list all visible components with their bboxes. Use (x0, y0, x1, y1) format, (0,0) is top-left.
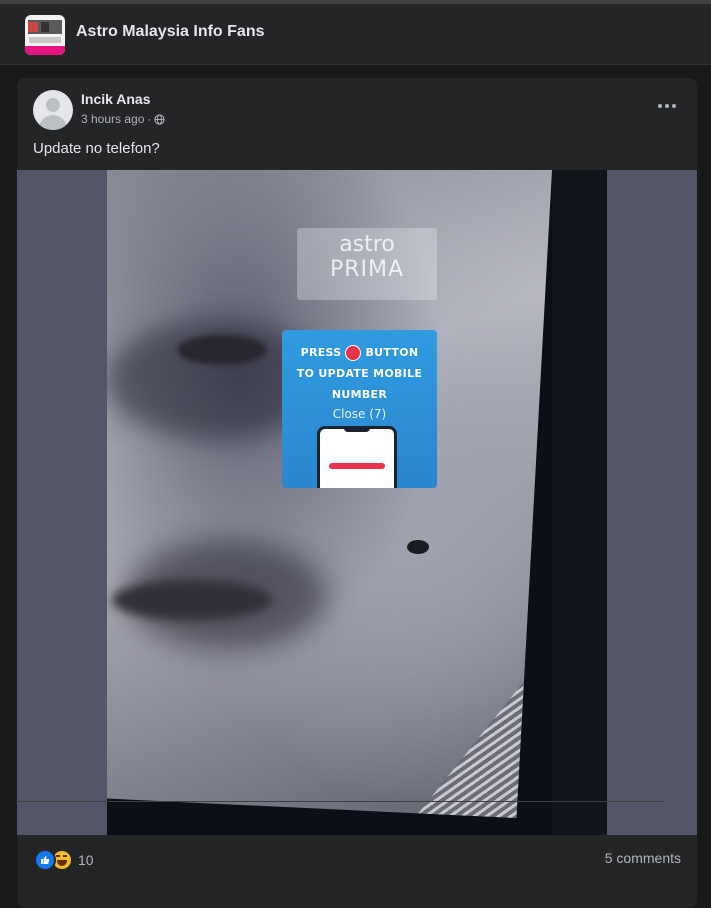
comments-link[interactable]: 5 comments (605, 850, 681, 866)
tv-frame (552, 170, 607, 835)
post-card: Incik Anas 3 hours ago · Update no telef… (17, 78, 697, 908)
group-header: Astro Malaysia Info Fans (0, 4, 711, 65)
red-dot-icon (345, 344, 362, 361)
post-meta: 3 hours ago · (81, 112, 166, 126)
popup-line3: NUMBER (331, 388, 388, 401)
post-text: Update no telefon? (33, 140, 160, 157)
post-footer: 10 5 comments (17, 835, 697, 883)
channel-logo: astro PRIMA (297, 228, 437, 300)
popup-close: Close (7) (332, 407, 387, 421)
post-author[interactable]: Incik Anas (81, 91, 151, 107)
channel-logo-line1: astro (339, 232, 395, 257)
group-name[interactable]: Astro Malaysia Info Fans (76, 23, 265, 41)
popup-button-word: BUTTON (365, 346, 419, 359)
update-mobile-popup: PRESS BUTTON TO UPDATE MOBILE NUMBER Clo… (282, 330, 437, 488)
footer-divider (16, 801, 664, 802)
reaction-count: 10 (78, 852, 94, 868)
more-options-icon[interactable] (653, 96, 681, 116)
meta-separator: · (147, 112, 152, 126)
post-image[interactable]: astro PRIMA PRESS BUTTON TO UPDATE MOBIL… (17, 170, 697, 835)
popup-line2: TO UPDATE MOBILE (296, 367, 423, 380)
post-time[interactable]: 3 hours ago (81, 112, 144, 126)
like-icon (34, 849, 56, 871)
tv-photo: astro PRIMA PRESS BUTTON TO UPDATE MOBIL… (107, 170, 607, 835)
reactions[interactable]: 10 (34, 849, 94, 871)
tv-screen: astro PRIMA PRESS BUTTON TO UPDATE MOBIL… (107, 170, 552, 818)
phone-illustration (317, 426, 397, 488)
popup-press: PRESS (300, 346, 342, 359)
group-thumbnail-icon[interactable] (25, 15, 65, 55)
globe-icon (154, 113, 166, 125)
avatar-icon[interactable] (33, 90, 73, 130)
channel-logo-line2: PRIMA (329, 257, 405, 282)
